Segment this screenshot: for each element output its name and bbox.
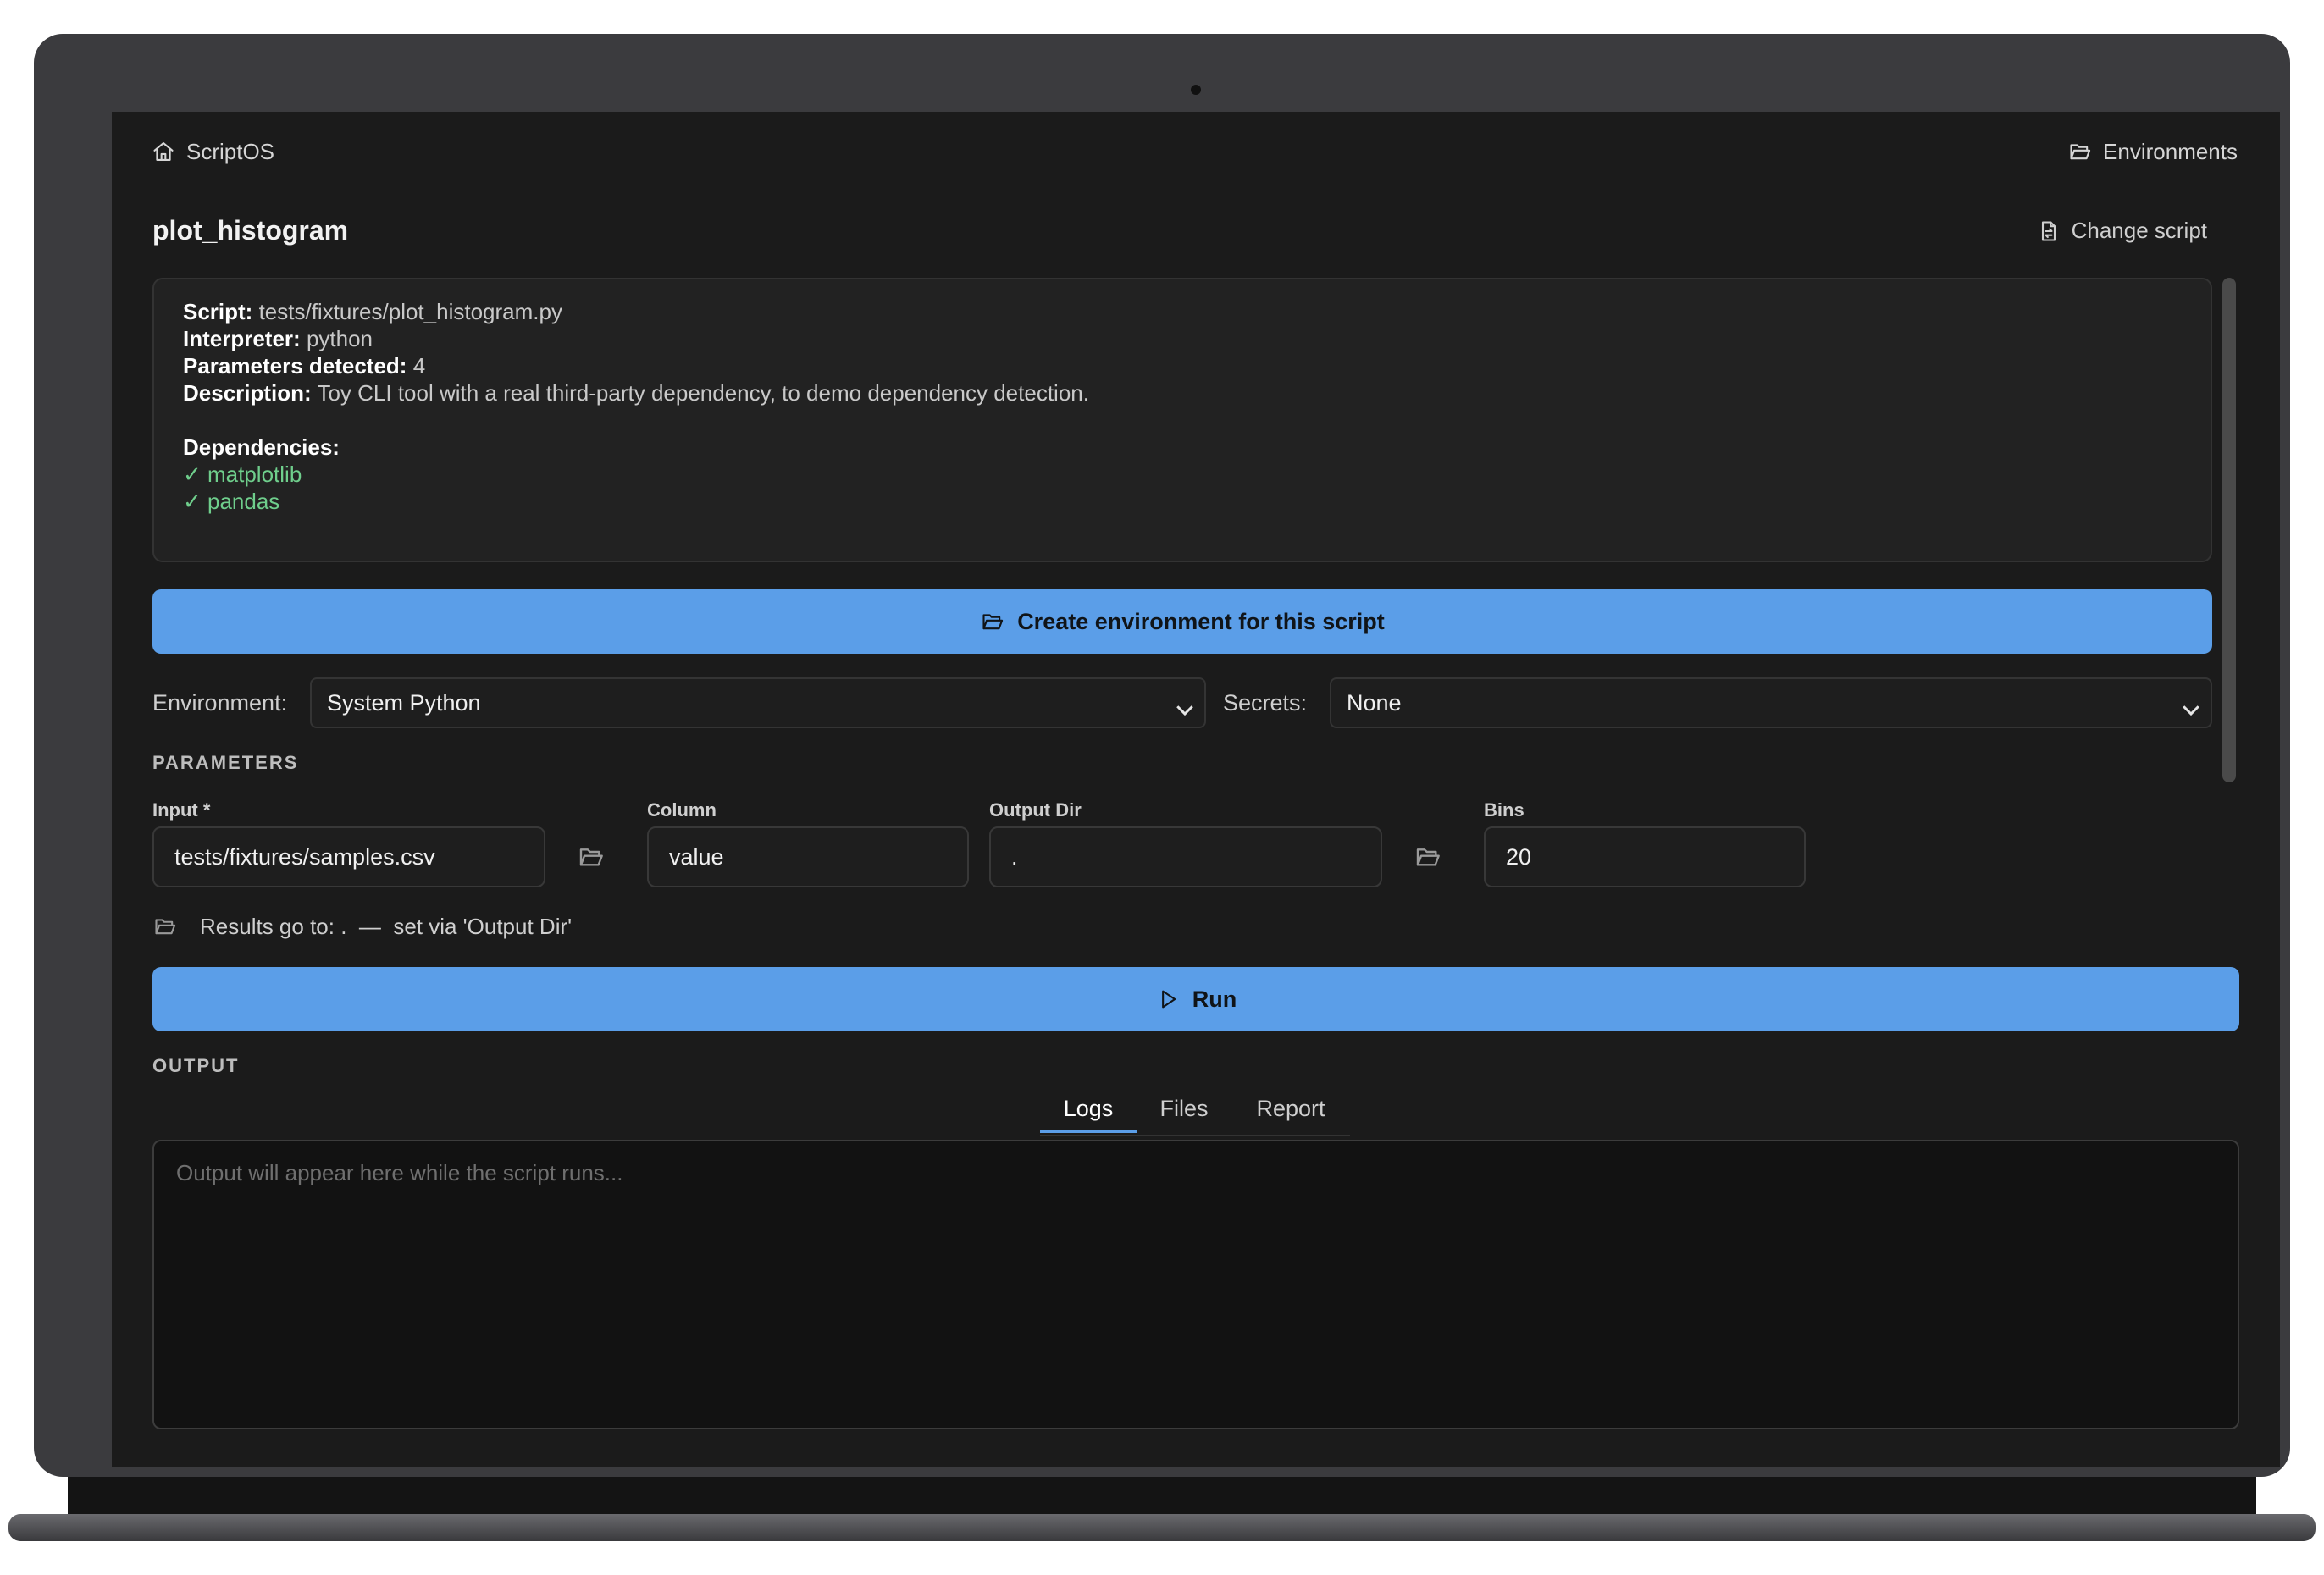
create-environment-label: Create environment for this script xyxy=(1017,608,1385,634)
bins-field[interactable] xyxy=(1484,826,1806,887)
run-label: Run xyxy=(1192,986,1237,1012)
output-tabs: Logs Files Report xyxy=(1040,1086,1350,1136)
input-field[interactable] xyxy=(152,826,545,887)
bins-field-label: Bins xyxy=(1484,799,1524,821)
chevron-down-icon xyxy=(2178,691,2204,716)
script-path-line: Script: tests/fixtures/plot_histogram.py xyxy=(183,298,2182,325)
folder-icon xyxy=(152,914,178,939)
laptop-base xyxy=(8,1514,2316,1541)
folder-open-icon xyxy=(2067,139,2093,164)
chevron-down-icon xyxy=(1172,691,1198,716)
create-environment-button[interactable]: Create environment for this script xyxy=(152,589,2212,654)
interpreter-value: python xyxy=(306,326,374,351)
scrollbar[interactable] xyxy=(2222,278,2236,782)
column-field[interactable] xyxy=(647,826,969,887)
laptop-frame: ScriptOS Environments plot_histogram Cha… xyxy=(34,34,2290,1477)
secrets-label: Secrets: xyxy=(1223,690,1308,716)
output-placeholder: Output will appear here while the script… xyxy=(176,1160,623,1185)
play-icon xyxy=(1155,986,1181,1012)
title-row: plot_histogram Change script xyxy=(152,215,2238,246)
script-info-card: Script: tests/fixtures/plot_histogram.py… xyxy=(152,278,2212,562)
app-name: ScriptOS xyxy=(186,138,275,164)
secrets-select[interactable]: None xyxy=(1330,677,2212,728)
browse-output-folder-icon[interactable] xyxy=(1413,842,1443,872)
dependencies-heading: Dependencies: xyxy=(183,434,340,460)
description-value: Toy CLI tool with a real third-party dep… xyxy=(317,380,1089,406)
description-label: Description: xyxy=(183,380,312,406)
output-dir-field[interactable] xyxy=(989,826,1382,887)
tab-logs[interactable]: Logs xyxy=(1040,1086,1137,1133)
run-button[interactable]: Run xyxy=(152,967,2239,1031)
script-path: tests/fixtures/plot_histogram.py xyxy=(258,299,562,324)
dependency-item: ✓ matplotlib xyxy=(183,461,302,487)
column-field-label: Column xyxy=(647,799,717,821)
output-dir-field-label: Output Dir xyxy=(989,799,1082,821)
output-log-area[interactable]: Output will appear here while the script… xyxy=(152,1140,2239,1429)
results-hint: Results go to: . — set via 'Output Dir' xyxy=(152,911,572,942)
environments-link[interactable]: Environments xyxy=(2067,139,2238,165)
parameters-heading: PARAMETERS xyxy=(152,752,299,773)
description-line: Description: Toy CLI tool with a real th… xyxy=(183,379,2182,406)
interpreter-label: Interpreter: xyxy=(183,326,301,351)
output-heading: OUTPUT xyxy=(152,1055,240,1076)
secrets-value: None xyxy=(1347,690,1402,716)
top-bar: ScriptOS Environments xyxy=(151,132,2238,171)
camera-dot xyxy=(1191,85,1201,95)
interpreter-line: Interpreter: python xyxy=(183,325,2182,352)
params-detected-label: Parameters detected: xyxy=(183,353,407,379)
folder-open-icon xyxy=(980,609,1005,634)
params-detected-value: 4 xyxy=(412,353,426,379)
params-detected-line: Parameters detected: 4 xyxy=(183,352,2182,379)
dependency-item: ✓ pandas xyxy=(183,489,280,514)
environment-row: Environment: System Python Secrets: None xyxy=(152,677,2212,728)
file-swap-icon xyxy=(2036,218,2061,244)
home-icon xyxy=(151,139,176,164)
environment-label: Environment: xyxy=(152,690,288,716)
script-label: Script: xyxy=(183,299,253,324)
change-script-button[interactable]: Change script xyxy=(2036,218,2207,244)
results-hint-text: Results go to: . — set via 'Output Dir' xyxy=(200,913,573,939)
environment-select[interactable]: System Python xyxy=(310,677,1206,728)
input-field-label: Input * xyxy=(152,799,211,821)
tab-report[interactable]: Report xyxy=(1231,1086,1350,1133)
change-script-label: Change script xyxy=(2071,218,2207,243)
home-link[interactable]: ScriptOS xyxy=(151,139,274,165)
environments-label: Environments xyxy=(2103,138,2238,164)
browse-input-folder-icon[interactable] xyxy=(576,842,606,872)
app-window: ScriptOS Environments plot_histogram Cha… xyxy=(112,112,2280,1467)
laptop-hinge xyxy=(68,1477,2256,1516)
tab-files[interactable]: Files xyxy=(1137,1086,1231,1133)
environment-value: System Python xyxy=(327,690,481,716)
page-title: plot_histogram xyxy=(152,215,349,246)
